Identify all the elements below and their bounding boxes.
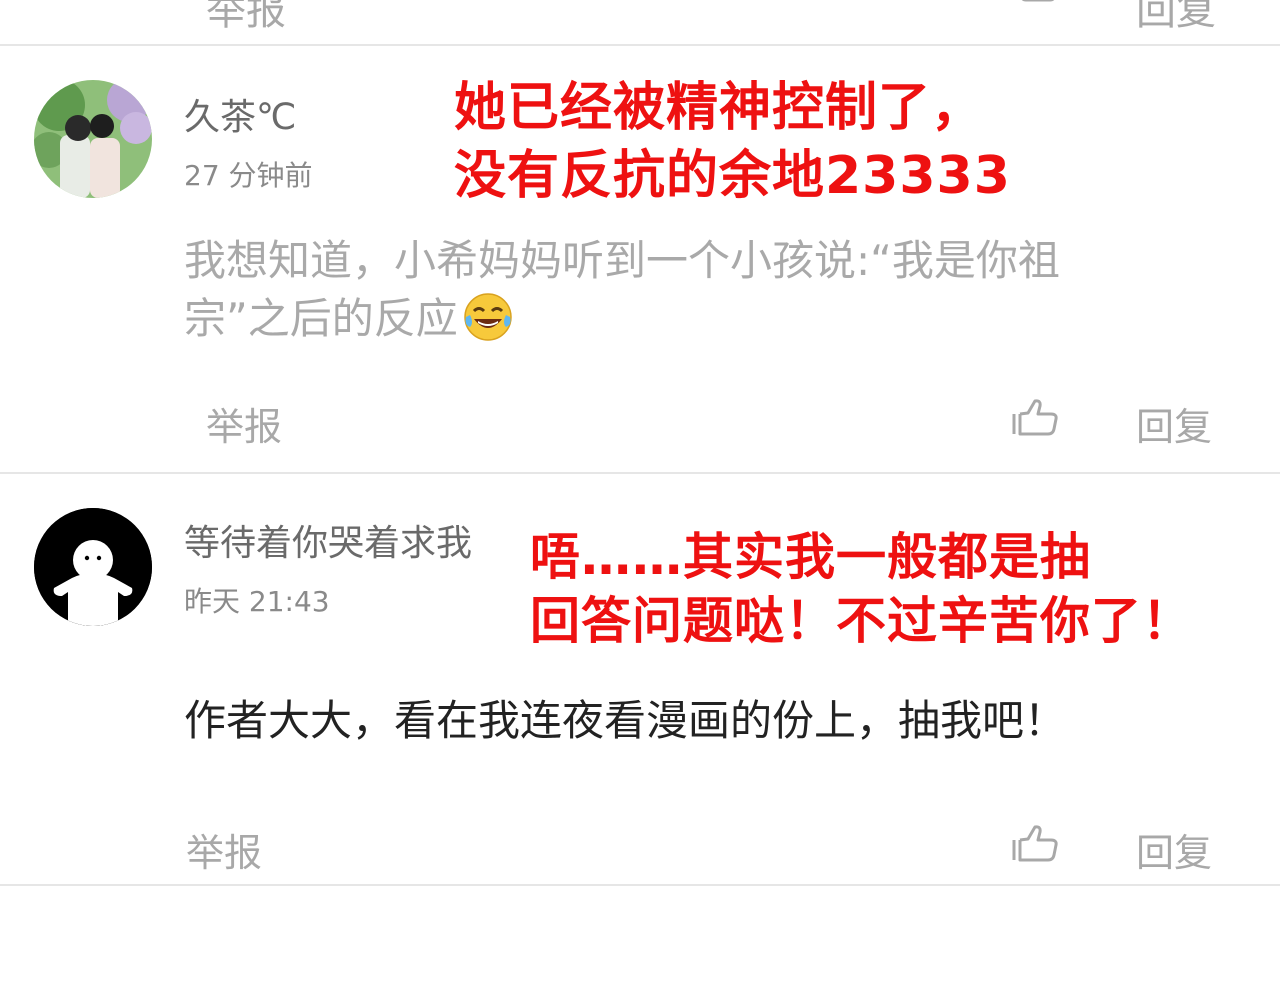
divider — [0, 884, 1280, 886]
annotation-line-1: 她已经被精神控制了， — [454, 78, 985, 138]
reply-button[interactable]: 回复 — [1136, 822, 1212, 877]
report-button[interactable]: 举报 — [186, 822, 262, 877]
timestamp: 27 分钟前 — [184, 159, 313, 192]
annotation-line-2: 没有反抗的余地23333 — [454, 146, 1011, 206]
avatar-photo-icon — [34, 80, 152, 198]
username[interactable]: 等待着你哭着求我 — [184, 514, 472, 566]
annotation-line-1: 唔……其实我一般都是抽 — [530, 528, 1091, 586]
comment-text-line-2: 宗”之后的反应 — [184, 290, 514, 348]
comment-text: 作者大大，看在我连夜看漫画的份上，抽我吧！ — [184, 696, 1067, 745]
username[interactable]: 久茶℃ — [184, 88, 296, 140]
thumbs-up-icon[interactable] — [1010, 398, 1058, 438]
ghost-avatar-icon — [34, 508, 152, 626]
comment-text-line-2-text: 宗”之后的反应 — [184, 294, 458, 343]
report-button[interactable]: 举报 — [206, 396, 282, 451]
previous-reply-button[interactable]: 回复 — [1136, 0, 1216, 30]
avatar[interactable] — [34, 80, 152, 198]
timestamp: 昨天 21:43 — [184, 585, 330, 618]
comment-text-line-1: 我想知道，小希妈妈听到一个小孩说:“我是你祖 — [184, 236, 1060, 285]
previous-like-icon[interactable] — [1012, 0, 1060, 12]
tears-of-joy-emoji-icon — [464, 293, 512, 341]
comment-item: 久茶℃ 27 分钟前 她已经被精神控制了， 没有反抗的余地23333 我想知道，… — [0, 46, 1280, 472]
previous-comment-actions: 举报 回复 — [0, 0, 1280, 30]
thumbs-up-icon[interactable] — [1010, 824, 1058, 864]
annotation-line-2: 回答问题哒！不过辛苦你了！ — [530, 592, 1193, 650]
comment-item: 等待着你哭着求我 昨天 21:43 唔……其实我一般都是抽 回答问题哒！不过辛苦… — [0, 474, 1280, 884]
avatar[interactable] — [34, 508, 152, 626]
previous-report-button[interactable]: 举报 — [206, 0, 286, 30]
reply-button[interactable]: 回复 — [1136, 396, 1212, 451]
